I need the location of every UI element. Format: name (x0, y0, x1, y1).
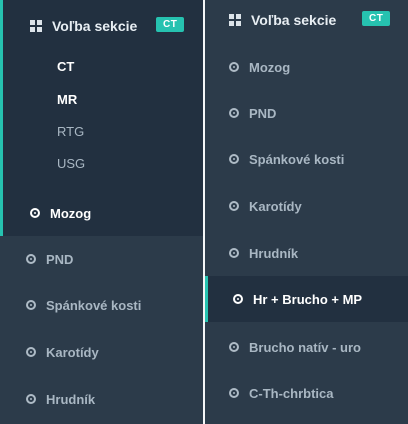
section-label: Voľba sekcie (52, 18, 138, 34)
circle-dot-icon (229, 248, 239, 258)
right-nav-item-hr-brucho-mp[interactable]: Hr + Brucho + MP (205, 276, 408, 322)
circle-dot-icon (26, 394, 36, 404)
circle-dot-icon (229, 108, 239, 118)
nav-item-label: Hr + Brucho + MP (253, 291, 363, 307)
nav-item-label: Mozog (50, 205, 92, 221)
circle-dot-icon (229, 154, 239, 164)
modality-ct[interactable]: CT (57, 59, 74, 74)
section-label: Voľba sekcie (251, 12, 337, 28)
circle-dot-icon (26, 254, 36, 264)
right-nav-item-c-th-chrbtica[interactable]: C-Th-chrbtica (205, 370, 408, 416)
left-nav-item-spankove-kosti[interactable]: Spánkové kosti (0, 282, 203, 328)
right-nav-item-karotidy[interactable]: Karotídy (205, 183, 408, 229)
circle-dot-icon (26, 347, 36, 357)
right-nav-item-spankove-kosti[interactable]: Spánkové kosti (205, 136, 408, 182)
circle-dot-icon (233, 294, 243, 304)
section-badge: CT (156, 17, 185, 32)
nav-item-label: Karotídy (249, 198, 302, 214)
circle-dot-icon (229, 201, 239, 211)
grid-icon (229, 14, 241, 26)
nav-item-label: Brucho natív - uro (249, 339, 361, 355)
nav-item-label: C-Th-chrbtica (249, 385, 334, 401)
nav-item-label: Spánkové kosti (46, 297, 142, 313)
circle-dot-icon (229, 62, 239, 72)
nav-item-label: PND (46, 251, 74, 267)
left-nav-item-mozog[interactable]: Mozog (0, 190, 203, 236)
right-nav-item-pnd[interactable]: PND (205, 90, 408, 136)
nav-item-label: Hrudník (249, 245, 299, 261)
grid-icon (30, 20, 42, 32)
right-nav-item-brucho-nativ-uro[interactable]: Brucho natív - uro (205, 324, 408, 370)
circle-dot-icon (229, 388, 239, 398)
nav-item-label: Spánkové kosti (249, 151, 345, 167)
left-nav-item-hrudnik[interactable]: Hrudník (0, 376, 203, 422)
left-nav-item-pnd[interactable]: PND (0, 236, 203, 282)
section-badge: CT (362, 11, 391, 26)
circle-dot-icon (229, 342, 239, 352)
modality-usg[interactable]: USG (57, 156, 85, 171)
nav-item-label: PND (249, 105, 277, 121)
screenshot-root: Voľba sekcie CT CT MR RTG USG Mozog PND … (0, 0, 408, 424)
modality-mr[interactable]: MR (57, 92, 77, 107)
circle-dot-icon (30, 208, 40, 218)
nav-item-label: Hrudník (46, 391, 96, 407)
nav-item-label: Karotídy (46, 344, 99, 360)
modality-rtg[interactable]: RTG (57, 124, 84, 139)
right-sidebar: Voľba sekcie CT Mozog PND Spánkové kosti… (205, 0, 408, 424)
nav-item-label: Mozog (249, 59, 291, 75)
right-nav-item-mozog[interactable]: Mozog (205, 44, 408, 90)
circle-dot-icon (26, 300, 36, 310)
left-sidebar: Voľba sekcie CT CT MR RTG USG Mozog PND … (0, 0, 203, 424)
left-nav-item-karotidy[interactable]: Karotídy (0, 329, 203, 375)
right-nav-item-hrudnik[interactable]: Hrudník (205, 230, 408, 276)
